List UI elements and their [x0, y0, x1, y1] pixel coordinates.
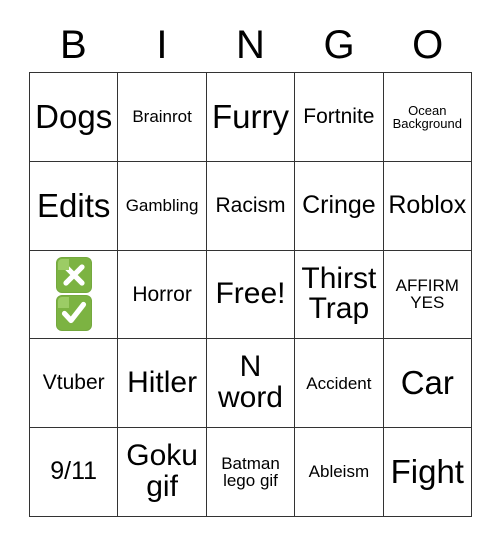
- bingo-cell-marks: [55, 257, 92, 332]
- bingo-cell-label: Accident: [306, 373, 372, 393]
- bingo-cell[interactable]: Goku gif: [118, 428, 207, 517]
- bingo-cell[interactable]: Batman lego gif: [206, 428, 296, 517]
- bingo-cell-label: Batman lego gif: [221, 453, 280, 491]
- bingo-cell[interactable]: [30, 250, 119, 340]
- bingo-cell[interactable]: Dogs: [30, 73, 119, 162]
- bingo-header-letter-g: G: [323, 23, 355, 67]
- bingo-cell[interactable]: Gambling: [118, 161, 207, 251]
- bingo-grid: Dogs Brainrot Furry Fortnite Ocean Backgroun…: [29, 72, 472, 517]
- bingo-cell-label: Car: [400, 364, 454, 402]
- bingo-header-letter-n: N: [236, 23, 265, 67]
- bingo-cell[interactable]: Furry: [206, 73, 296, 162]
- bingo-cell-label: Horror: [132, 282, 192, 306]
- bingo-cell[interactable]: Fortnite: [295, 73, 384, 162]
- bingo-cell[interactable]: Vtuber: [30, 339, 119, 429]
- bingo-cell[interactable]: Hitler: [118, 339, 207, 429]
- bingo-cell-label: Hitler: [127, 365, 198, 399]
- bingo-cell[interactable]: Car: [383, 339, 472, 429]
- bingo-cell-label: Fight: [390, 453, 464, 491]
- bingo-cell[interactable]: Free!: [206, 250, 296, 340]
- bingo-cell-label: Ableism: [308, 462, 370, 482]
- bingo-cell-label: Thirst Trap: [301, 261, 377, 326]
- bingo-cell-label: Cringe: [302, 190, 376, 219]
- bingo-cell[interactable]: 9/11: [30, 428, 119, 517]
- bingo-cell[interactable]: AFFIRM YES: [383, 250, 472, 340]
- bingo-cell-label: Goku gif: [126, 439, 198, 504]
- bingo-header-letter-i: I: [156, 23, 168, 67]
- bingo-cell-label: Vtuber: [42, 371, 105, 395]
- bingo-cell-label: Furry: [211, 97, 289, 135]
- bingo-cell-label: Fortnite: [303, 105, 375, 129]
- bingo-cell[interactable]: Cringe: [295, 161, 384, 251]
- check-icon[interactable]: [55, 295, 92, 332]
- bingo-cell-label: Roblox: [388, 190, 467, 219]
- bingo-cell-label: AFFIRM YES: [395, 275, 459, 313]
- bingo-cell[interactable]: N word: [206, 339, 296, 429]
- bingo-card: B I N G O Dogs Brainrot Furry Fortnite Ocean Bac…: [29, 20, 472, 517]
- bingo-cell[interactable]: Fight: [383, 428, 472, 517]
- bingo-cell-label: Gambling: [125, 195, 199, 215]
- bingo-cell-label: Dogs: [35, 97, 113, 135]
- bingo-cell-label: 9/11: [50, 457, 98, 486]
- bingo-header: BINGO: [29, 20, 472, 72]
- bingo-header-letter-b: B: [59, 23, 87, 67]
- bingo-cell[interactable]: Edits: [30, 161, 119, 251]
- bingo-cell-label: N word: [217, 350, 283, 415]
- bingo-cell-label: Racism: [215, 193, 286, 217]
- bingo-cell-label: Brainrot: [132, 107, 192, 127]
- bingo-cell[interactable]: Ableism: [295, 428, 384, 517]
- bingo-cell-label: Edits: [37, 186, 111, 224]
- bingo-cell[interactable]: Horror: [118, 250, 207, 340]
- bingo-cell-label: Free!: [215, 277, 286, 311]
- bingo-header-letter-o: O: [412, 23, 444, 67]
- bingo-cell[interactable]: Thirst Trap: [295, 250, 384, 340]
- cross-icon[interactable]: [55, 257, 92, 294]
- bingo-cell[interactable]: Racism: [206, 161, 296, 251]
- bingo-cell[interactable]: Roblox: [383, 161, 472, 251]
- bingo-cell[interactable]: Accident: [295, 339, 384, 429]
- bingo-cell-label: Ocean Background: [392, 102, 462, 131]
- bingo-cell[interactable]: Ocean Background: [383, 73, 472, 162]
- bingo-cell[interactable]: Brainrot: [118, 73, 207, 162]
